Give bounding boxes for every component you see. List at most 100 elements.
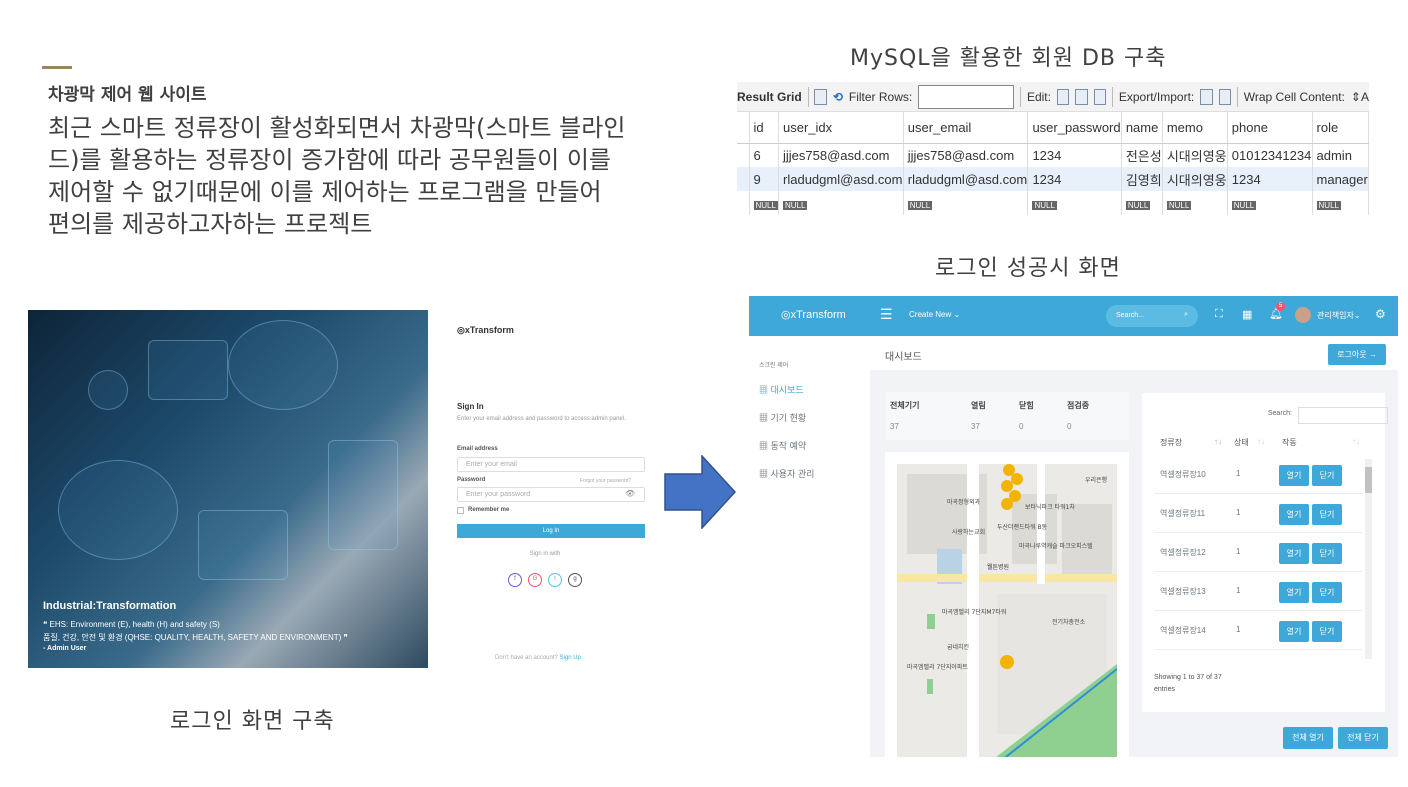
twitter-icon[interactable]: t <box>548 573 562 587</box>
cell[interactable]: jjjes758@asd.com <box>903 143 1029 167</box>
sort-icon[interactable]: ↑↓ <box>1257 437 1265 446</box>
column-header[interactable]: user_idx <box>778 112 904 144</box>
password-input[interactable]: Enter your password <box>457 487 645 502</box>
export-icon[interactable] <box>1200 88 1213 105</box>
station-state: 1 <box>1236 547 1241 556</box>
remember-me-checkbox[interactable] <box>457 507 464 514</box>
open-button[interactable]: 열기 <box>1279 582 1309 603</box>
filter-rows-input[interactable] <box>918 84 1015 109</box>
table-scrollbar[interactable] <box>1365 459 1372 659</box>
dashboard-screenshot: ◎xTransform ☰ Create New ⌄ Search... ⌕ ⛶ … <box>749 296 1398 757</box>
column-header[interactable]: id <box>749 112 780 144</box>
apps-grid-icon[interactable]: ▦ <box>1242 308 1252 321</box>
column-header-action[interactable]: 작동 <box>1282 437 1297 448</box>
hero-title: Industrial:Transformation <box>43 600 177 612</box>
column-header[interactable]: memo <box>1162 112 1228 144</box>
remember-me-label: Remember me <box>468 507 510 513</box>
grid-icon: ▦ <box>759 385 769 395</box>
cell[interactable]: 1234 <box>1027 167 1122 191</box>
edit-row-icon[interactable] <box>1056 88 1070 105</box>
search-input[interactable]: Search... ⌕ <box>1106 305 1198 327</box>
column-header-station[interactable]: 정류장 <box>1160 437 1182 448</box>
station-name: 역셀정류장12 <box>1160 548 1206 557</box>
column-header[interactable]: user_email <box>903 112 1029 144</box>
open-button[interactable]: 열기 <box>1279 543 1309 564</box>
add-row-icon[interactable] <box>1075 88 1088 105</box>
table-search-input[interactable] <box>1298 407 1388 424</box>
null-badge: NULL <box>1032 200 1057 210</box>
stat-value-maintenance: 0 <box>1067 422 1072 431</box>
show-password-eye-icon[interactable]: 👁 <box>625 489 635 498</box>
create-new-dropdown[interactable]: Create New ⌄ <box>909 310 960 319</box>
open-button[interactable]: 열기 <box>1279 621 1309 642</box>
cell[interactable]: rladudgml@asd.com <box>903 167 1029 191</box>
page-title-bar: 대시보드 로그아웃 → <box>870 336 1398 370</box>
column-header[interactable]: user_password <box>1027 112 1122 144</box>
fullscreen-icon[interactable]: ⛶ <box>1215 308 1223 321</box>
settings-gear-icon[interactable]: ⚙ <box>1375 307 1386 321</box>
cell[interactable]: rladudgml@asd.com <box>778 167 904 191</box>
stats-card: 전체기기 열림 닫힘 점검중 37 37 0 0 <box>885 392 1129 440</box>
close-button[interactable]: 닫기 <box>1312 465 1342 486</box>
title-accent-bar <box>42 66 72 69</box>
cell[interactable]: jjjes758@asd.com <box>778 143 904 167</box>
sort-icon[interactable]: ↑↓ <box>1352 437 1360 446</box>
cell[interactable]: admin <box>1312 143 1370 167</box>
forgot-password-link[interactable]: Forgot your password? <box>580 478 631 484</box>
open-all-button[interactable]: 전체 열기 <box>1283 727 1333 749</box>
facebook-icon[interactable]: f <box>508 573 522 587</box>
sidebar-item-schedule[interactable]: ▦ 동작 예약 <box>759 439 806 452</box>
sidebar-item-dashboard[interactable]: ▦ 대시보드 <box>759 383 804 396</box>
edit-label: Edit: <box>1026 89 1051 104</box>
close-button[interactable]: 닫기 <box>1312 621 1342 642</box>
open-button[interactable]: 열기 <box>1279 465 1309 486</box>
user-menu[interactable]: 관리책임자⌄ <box>1317 310 1361 321</box>
table-row[interactable]: 9 rladudgml@asd.com rladudgml@asd.com 1234 김… <box>737 167 1370 191</box>
table-row[interactable]: 6 jjjes758@asd.com jjjes758@asd.com 1234 전은성… <box>737 143 1370 167</box>
top-navbar: ◎xTransform ☰ Create New ⌄ Search... ⌕ ⛶ … <box>749 296 1398 336</box>
cell[interactable]: 1234 <box>1227 167 1313 191</box>
column-header[interactable]: phone <box>1227 112 1313 144</box>
grid-layout-icon[interactable] <box>814 88 827 105</box>
logout-button[interactable]: 로그아웃 → <box>1328 344 1386 365</box>
sign-up-link[interactable]: Sign Up <box>560 655 581 661</box>
null-badge: NULL <box>753 200 778 210</box>
column-header[interactable]: name <box>1121 112 1163 144</box>
close-button[interactable]: 닫기 <box>1312 504 1342 525</box>
close-all-button[interactable]: 전체 닫기 <box>1338 727 1388 749</box>
cell[interactable]: manager <box>1312 167 1370 191</box>
wrap-cell-icon[interactable]: ⇕A <box>1351 90 1369 104</box>
login-button[interactable]: Log In <box>457 524 645 538</box>
cell[interactable]: 01012341234 <box>1227 143 1313 167</box>
delete-row-icon[interactable] <box>1093 88 1107 105</box>
sidebar-item-users[interactable]: ▦ 사용자 관리 <box>759 467 814 480</box>
open-button[interactable]: 열기 <box>1279 504 1309 525</box>
sort-icon[interactable]: ↑↓ <box>1214 437 1222 446</box>
table-scroll-area[interactable]: 역셀정류장10 1 열기 닫기 역셀정류장11 1 열기 닫기 역셀정류장12 1 … <box>1142 455 1385 665</box>
dashboard-brand[interactable]: ◎xTransform <box>781 308 846 321</box>
table-row: 역셀정류장14 1 열기 닫기 <box>1154 611 1363 650</box>
cell[interactable]: 전은성 <box>1121 143 1163 167</box>
map[interactable]: 마곡정형외과 사랑하는교회 보타닉파크 타워1차 두산더랜드타워 B동 마곡나루… <box>897 464 1117 757</box>
refresh-icon[interactable]: ⟲ <box>833 90 843 104</box>
cell[interactable]: 시대의영웅 <box>1162 143 1228 167</box>
cell[interactable]: 9 <box>749 167 780 191</box>
cell[interactable]: 1234 <box>1027 143 1122 167</box>
null-badge: NULL <box>783 200 808 210</box>
avatar[interactable] <box>1295 307 1311 323</box>
close-button[interactable]: 닫기 <box>1312 582 1342 603</box>
github-icon[interactable]: g <box>568 573 582 587</box>
cell[interactable]: 김영희 <box>1121 167 1163 191</box>
close-button[interactable]: 닫기 <box>1312 543 1342 564</box>
column-header-state[interactable]: 상태 <box>1234 437 1249 448</box>
import-icon[interactable] <box>1218 88 1232 105</box>
google-icon[interactable]: G <box>528 573 542 587</box>
email-input[interactable]: Enter your email <box>457 457 645 472</box>
cell[interactable]: 시대의영웅 <box>1162 167 1228 191</box>
result-table: id user_idx user_email user_password name mem… <box>737 112 1370 215</box>
sidebar-item-devices[interactable]: ▦ 기기 현황 <box>759 411 806 424</box>
logo-icon: ◎ <box>457 325 465 335</box>
column-header[interactable]: role <box>1312 112 1370 144</box>
menu-hamburger-icon[interactable]: ☰ <box>880 306 893 323</box>
cell[interactable]: 6 <box>749 143 780 167</box>
